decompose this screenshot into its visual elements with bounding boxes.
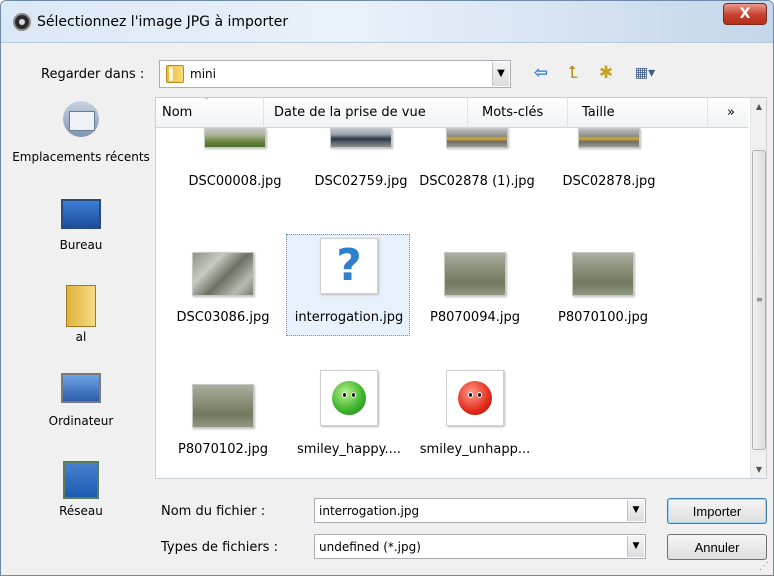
file-item[interactable]: DSC02878.jpg [544,120,674,230]
scroll-down-arrow-icon[interactable]: ▼ [751,461,766,478]
sort-ascending-icon: ˆ [204,97,209,108]
back-arrow-icon[interactable]: ⇦ [529,61,553,85]
look-in-dropdown[interactable]: mini ▼ [159,60,511,88]
place-label: Réseau [59,504,103,518]
thumbnail [446,370,504,426]
chevron-down-icon[interactable]: ▼ [627,536,644,557]
question-mark-icon: ? [336,240,362,291]
thumbnail [330,128,392,148]
places-bar: Emplacements récents Bureau al Ordinateu… [11,97,151,527]
column-name-label: Nom [162,105,193,120]
smiley-unhappy-icon [458,381,492,415]
file-name-value: interrogation.jpg [319,504,420,518]
vertical-scrollbar[interactable]: ▲ ≡ ▼ [750,98,766,478]
views-menu-icon[interactable]: ▦▾ [627,61,663,85]
thumbnail: ? [320,238,378,294]
file-item[interactable]: DSC02759.jpg [296,120,426,230]
file-item[interactable]: P8070094.jpg [410,234,540,344]
desktop-icon [61,199,101,229]
more-columns-button[interactable]: » [708,98,748,128]
file-type-value: undefined (*.jpg) [319,540,421,554]
chevron-down-icon[interactable]: ▼ [627,500,644,521]
file-item-selected[interactable]: ? interrogation.jpg [284,234,414,344]
file-name: DSC02878 (1).jpg [419,174,535,189]
scrollbar-thumb[interactable]: ≡ [752,150,766,450]
cancel-button[interactable]: Annuler [667,534,767,560]
close-button[interactable]: X [723,3,767,25]
place-recent[interactable]: Emplacements récents [11,97,151,187]
thumbnail [204,128,266,148]
thumbnail [444,252,506,296]
place-desktop[interactable]: Bureau [11,197,151,257]
place-label: Ordinateur [48,414,114,428]
file-name-input[interactable]: interrogation.jpg ▼ [314,498,646,523]
file-name: DSC02759.jpg [314,174,408,189]
place-label: Bureau [59,238,103,252]
file-item[interactable]: DSC00008.jpg [170,120,300,230]
file-item[interactable]: smiley_unhapp... [410,366,540,476]
file-list[interactable]: Nom ˆ Date de la prise de vue Mots-clés … [155,97,767,479]
file-item[interactable]: P8070100.jpg [538,234,668,344]
file-name: DSC02878.jpg [562,174,656,189]
file-name: smiley_happy.... [297,442,401,457]
resize-grip-icon[interactable]: ⋰ [759,561,771,573]
grip-icon: ≡ [756,295,763,304]
look-in-label: Regarder dans : [41,67,145,82]
chevron-down-icon[interactable]: ▼ [492,62,509,86]
file-type-dropdown[interactable]: undefined (*.jpg) ▼ [314,534,646,559]
computer-icon [61,373,101,403]
thumbnail [572,252,634,296]
thumbnail [320,370,378,426]
title-bar[interactable]: Sélectionnez l'image JPG à importer X [1,1,773,43]
window-title: Sélectionnez l'image JPG à importer [37,14,289,30]
new-folder-icon[interactable]: ✱ [593,61,619,85]
scroll-up-arrow-icon[interactable]: ▲ [751,98,766,115]
place-computer[interactable]: Ordinateur [11,369,151,433]
place-user[interactable]: al [11,283,151,353]
place-network[interactable]: Réseau [11,459,151,523]
app-icon [13,13,31,31]
file-name: interrogation.jpg [294,310,404,325]
place-label: al [75,330,87,344]
file-item[interactable]: smiley_happy.... [284,366,414,476]
look-in-value: mini [190,67,216,81]
thumbnail [192,384,254,428]
file-name: P8070100.jpg [558,310,648,325]
file-type-label: Types de fichiers : [161,540,278,555]
file-item[interactable]: P8070102.jpg [158,366,288,476]
recent-places-icon [63,101,99,137]
user-folder-icon [66,285,96,327]
import-button[interactable]: Importer [667,498,767,524]
folder-icon [166,65,184,83]
file-name: P8070094.jpg [430,310,520,325]
place-label: Emplacements récents [12,150,150,164]
file-open-dialog: Sélectionnez l'image JPG à importer X Re… [0,0,774,576]
file-name-label: Nom du fichier : [161,504,266,519]
thumbnail [578,128,640,148]
file-item[interactable]: DSC03086.jpg [158,234,288,344]
file-name: DSC03086.jpg [176,310,270,325]
thumbnail [192,252,254,296]
network-icon [63,461,99,499]
file-name: smiley_unhapp... [419,442,531,457]
file-name: P8070102.jpg [178,442,268,457]
file-item[interactable]: DSC02878 (1).jpg [412,120,542,230]
thumbnail [446,128,508,148]
folder-up-icon[interactable]: ⮤ [561,61,585,85]
file-name: DSC00008.jpg [188,174,282,189]
smiley-happy-icon [332,381,366,415]
